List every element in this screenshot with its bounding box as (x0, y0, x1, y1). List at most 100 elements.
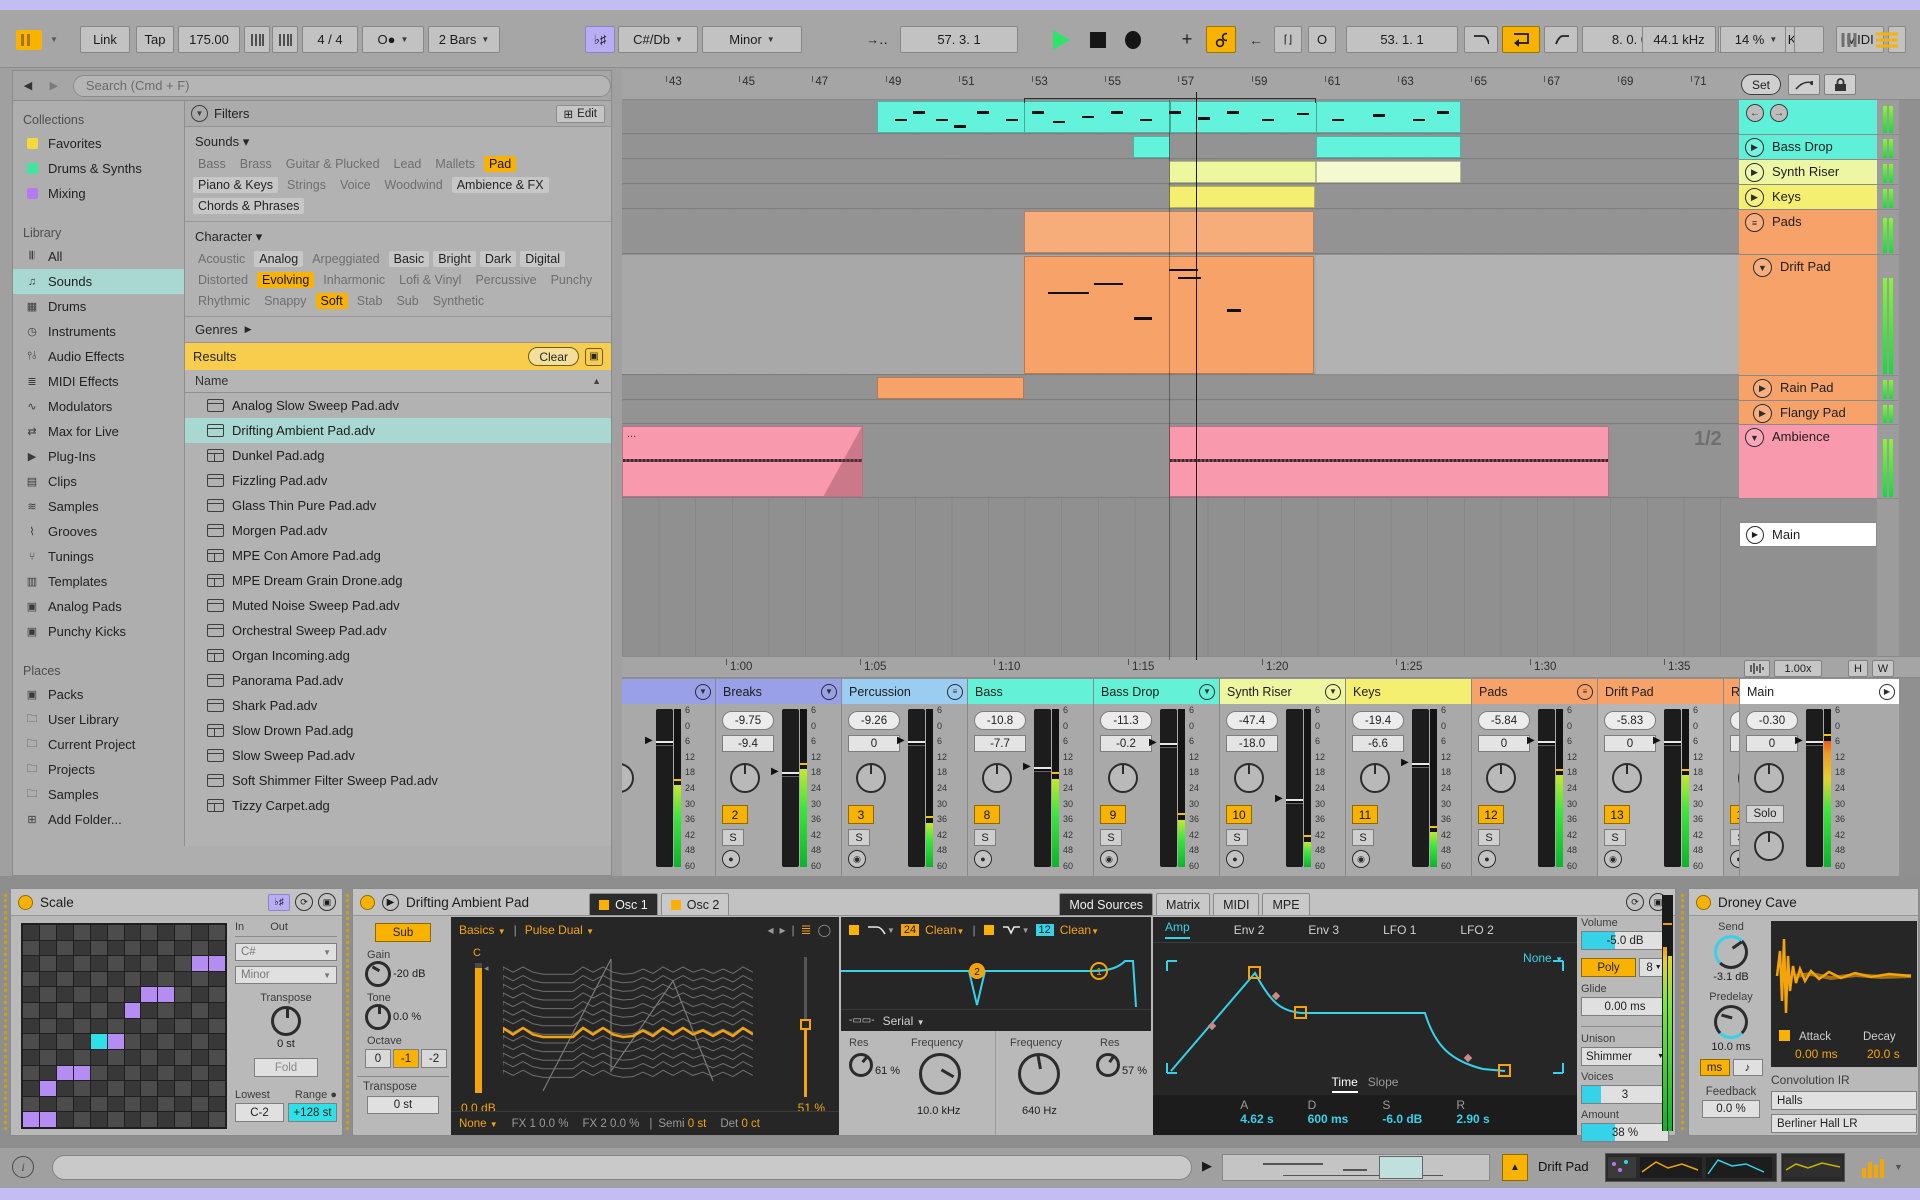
scale-grid-cell[interactable] (73, 956, 90, 971)
ableton-logo-icon[interactable] (14, 26, 44, 53)
scale-grid-cell[interactable] (124, 925, 141, 940)
arrangement-clip[interactable] (1316, 136, 1461, 158)
tab-mpe[interactable]: MPE (1262, 893, 1310, 915)
track-header-ambience[interactable]: ▼ Ambience (1739, 425, 1877, 499)
menu-icon[interactable] (1872, 26, 1902, 53)
next-wavetable-icon[interactable]: ▸ (780, 923, 786, 937)
tempo-field[interactable]: 175.00 (178, 26, 240, 53)
volume-value[interactable]: -5.0 dB (1581, 931, 1669, 950)
gain-value[interactable]: -7.7 (974, 735, 1026, 752)
octave-0[interactable]: 0 (365, 1049, 391, 1068)
arrangement-clip[interactable]: ... (622, 426, 863, 497)
sidebar-item-max-for-live[interactable]: ⇄ Max for Live (13, 419, 184, 444)
scale-grid-cell[interactable] (124, 1049, 141, 1065)
env-time-tab[interactable]: Time (1331, 1075, 1358, 1093)
filter-chip-bright[interactable]: Bright (433, 251, 476, 267)
scale-grid-cell[interactable] (56, 971, 73, 987)
solo-button[interactable]: S (1100, 829, 1122, 846)
scale-grid-cell[interactable] (90, 1049, 107, 1065)
scale-grid-cell[interactable] (209, 956, 225, 971)
gain-value[interactable]: -9.4 (722, 735, 774, 752)
cue-volume-knob[interactable] (1754, 831, 1784, 861)
scale-grid-cell[interactable] (39, 1112, 56, 1127)
env-slope-tab[interactable]: Slope (1368, 1075, 1399, 1089)
sidebar-item-drums[interactable]: ▦ Drums (13, 294, 184, 319)
filter1-slope-badge[interactable]: 24 (900, 924, 920, 936)
filter-chip-sub[interactable]: Sub (391, 293, 423, 309)
filter-chip-analog[interactable]: Analog (254, 251, 304, 267)
forward-button[interactable]: ▶ (43, 75, 65, 97)
main-track-header[interactable]: ▶ Main (1739, 522, 1877, 547)
scale-grid-cell[interactable] (90, 1081, 107, 1096)
track-number[interactable]: 8 (974, 805, 1000, 824)
scale-grid-cell[interactable] (56, 1112, 73, 1127)
scale-grid-cell[interactable] (56, 925, 73, 940)
volume-fader[interactable] (782, 709, 799, 867)
gain-value[interactable]: 0 (1604, 735, 1656, 752)
filter1-type-select[interactable]: Clean▼ (925, 923, 964, 937)
scale-grid-cell[interactable] (56, 1081, 73, 1096)
loop-brace[interactable] (1024, 98, 1316, 103)
sidebar-item-add-folder-[interactable]: ⊞ Add Folder... (13, 807, 184, 832)
gain-value[interactable]: 0 (848, 735, 900, 752)
pan-knob[interactable] (730, 763, 760, 793)
fader-handle[interactable] (1806, 741, 1823, 746)
solo-button[interactable]: S (1226, 829, 1248, 846)
gain-knob[interactable] (365, 961, 391, 987)
tab-osc-2[interactable]: Osc 2 (660, 893, 730, 915)
transpose-value[interactable]: 0 st (367, 1096, 439, 1114)
mixer-strip-main[interactable]: Main ▶ -0.30 0 ▶ 6 0 6 12 18 24 30 36 42 48 60 Solo (1739, 679, 1899, 876)
scale-grid-cell[interactable] (141, 1081, 158, 1096)
result-row[interactable]: MPE Con Amore Pad.adg (185, 543, 611, 568)
sidebar-item-templates[interactable]: ▥ Templates (13, 569, 184, 594)
scale-grid-cell[interactable] (124, 1081, 141, 1096)
filter-chip-piano-keys[interactable]: Piano & Keys (193, 177, 279, 193)
filter-chip-acoustic[interactable]: Acoustic (193, 251, 250, 267)
scale-grid-cell[interactable] (39, 1049, 56, 1065)
scale-grid-cell[interactable] (23, 925, 39, 940)
scale-grid-cell[interactable] (73, 925, 90, 940)
scale-grid-cell[interactable] (209, 940, 225, 956)
mixer-strip-ms[interactable]: ms▼31.0▶60612182430364248601S◉ (622, 679, 715, 876)
volume-fader[interactable] (1664, 709, 1681, 867)
sample-rate-field[interactable]: 44.1 kHz (1642, 26, 1716, 53)
scale-grid-cell[interactable] (124, 971, 141, 987)
scale-grid-cell[interactable] (175, 1081, 192, 1096)
scale-grid-cell[interactable] (23, 956, 39, 971)
link-button[interactable]: Link (80, 26, 130, 53)
scale-grid-cell[interactable] (23, 1049, 39, 1065)
sidebar-item-grooves[interactable]: ⌇ Grooves (13, 519, 184, 544)
scale-grid-cell[interactable] (23, 1065, 39, 1081)
zoom-height-button[interactable]: H (1848, 660, 1868, 677)
save-filter-icon[interactable]: ▣ (585, 347, 603, 366)
filter-chip-snappy[interactable]: Snappy (259, 293, 311, 309)
track-header-pads[interactable]: ≡ Pads (1739, 210, 1877, 255)
sidebar-item-user-library[interactable]: 🗀 User Library (13, 707, 184, 732)
scale-grid-cell[interactable] (175, 1049, 192, 1065)
scale-grid-cell[interactable] (39, 925, 56, 940)
scale-grid-cell[interactable] (39, 1081, 56, 1096)
zoom-level-field[interactable]: 1.00x (1774, 660, 1822, 677)
sidebar-item-tunings[interactable]: ⑂ Tunings (13, 544, 184, 569)
range-value[interactable]: +128 st (288, 1103, 337, 1122)
env-tab-env-3[interactable]: Env 3 (1308, 923, 1339, 937)
filter-chip-punchy[interactable]: Punchy (546, 272, 598, 288)
fader-handle[interactable] (782, 772, 799, 777)
sidebar-item-favorites[interactable]: Favorites (13, 131, 184, 156)
scale-grid-cell[interactable] (73, 1081, 90, 1096)
result-row[interactable]: Analog Slow Sweep Pad.adv (185, 393, 611, 418)
scale-grid-cell[interactable] (73, 1003, 90, 1018)
scale-grid-cell[interactable] (141, 1049, 158, 1065)
filter-chip-percussive[interactable]: Percussive (470, 272, 541, 288)
track-activator[interactable]: ● (974, 850, 992, 868)
scale-grid-cell[interactable] (158, 925, 175, 940)
result-row[interactable]: Fizzling Pad.adv (185, 468, 611, 493)
scale-grid-cell[interactable] (192, 1049, 209, 1065)
track-number[interactable]: 12 (1478, 805, 1504, 824)
result-row[interactable]: Panorama Pad.adv (185, 668, 611, 693)
track-header-drift-pad[interactable]: ▼ Drift Pad (1739, 255, 1877, 376)
sidebar-item-projects[interactable]: 🗀 Projects (13, 757, 184, 782)
scale-grid-cell[interactable] (192, 1034, 209, 1049)
filter-chip-stab[interactable]: Stab (352, 293, 388, 309)
scale-grid-cell[interactable] (141, 940, 158, 956)
